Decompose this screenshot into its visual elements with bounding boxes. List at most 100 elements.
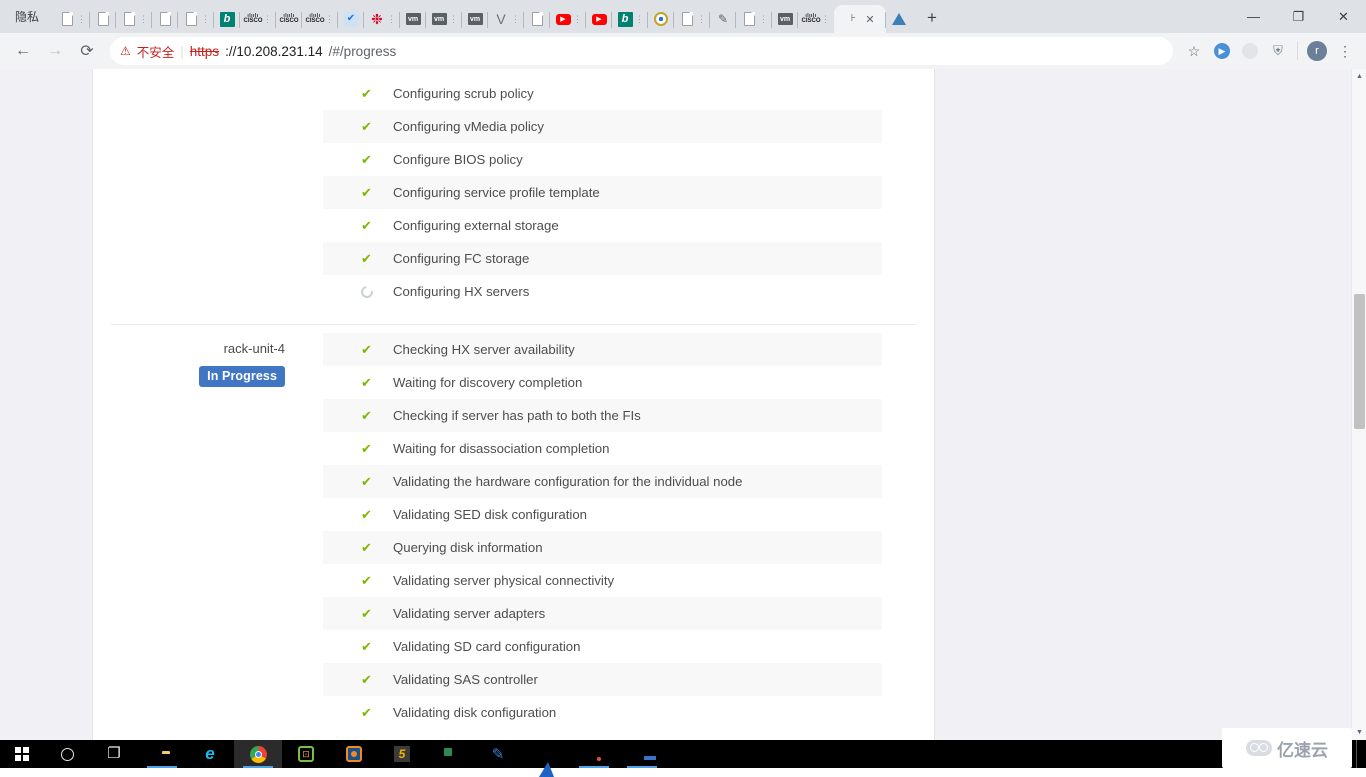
browser-tab-document-22[interactable]: ⋮ — [736, 5, 772, 33]
browser-tab-bing-18[interactable]: b⋮ — [612, 5, 648, 33]
task-label: Waiting for disassociation completion — [393, 441, 609, 456]
taskbar-app-securecrt[interactable]: 5 — [378, 740, 426, 768]
page-scrollbar[interactable]: ▲ ▼ — [1351, 69, 1366, 740]
check-icon: ✔ — [361, 541, 372, 554]
task-label: Configuring HX servers — [393, 284, 529, 299]
task-label: Validating the hardware configuration fo… — [393, 474, 742, 489]
task-label: Querying disk information — [393, 540, 543, 555]
taskbar-app-file-explorer[interactable] — [138, 740, 186, 768]
browser-tab-cisco-7[interactable]: ılıılıCISCO — [276, 5, 302, 33]
maximize-button[interactable]: ❐ — [1276, 0, 1321, 33]
not-secure-label[interactable]: 不安全 — [137, 42, 175, 61]
browser-tab-hyperflex-25[interactable]: ⊦✕ — [834, 5, 886, 33]
browser-tab-triangle-26[interactable] — [886, 5, 912, 33]
chrome-menu-button[interactable]: ⋮ — [1332, 38, 1358, 64]
browser-tab-vsphere-14[interactable]: V⋮ — [488, 5, 524, 33]
browser-tab-cisco-24[interactable]: ılıılıCISCO⋮ — [798, 5, 834, 33]
vmware-icon: vm — [777, 11, 793, 27]
new-tab-button[interactable]: + — [918, 4, 946, 32]
browser-tab-document-1[interactable] — [90, 5, 116, 33]
browser-tab-vmware-12[interactable]: vm⋮ — [426, 5, 462, 33]
task-row: ✔Validating the hardware configuration f… — [323, 465, 882, 498]
taskbar-app-task-view[interactable]: ❐ — [90, 740, 138, 768]
task-status-icon — [361, 286, 393, 298]
browser-tab-document-2[interactable]: ⋮ — [116, 5, 152, 33]
forward-button[interactable]: → — [40, 36, 70, 66]
taskbar-app-paint[interactable] — [570, 740, 618, 768]
scrollbar-thumb[interactable] — [1354, 294, 1365, 429]
internet-explorer-icon: e — [205, 744, 214, 764]
task-label: Configuring FC storage — [393, 251, 529, 266]
extension-glyph: ▶ — [1214, 43, 1230, 59]
shield-extension-icon[interactable]: ⛨ — [1265, 38, 1291, 64]
browser-tab-shield-check-9[interactable]: ✔ — [338, 5, 364, 33]
profile-avatar[interactable]: r — [1304, 38, 1330, 64]
taskbar-app-internet-explorer[interactable]: e — [186, 740, 234, 768]
taskbar-app-vmware-workstation[interactable] — [330, 740, 378, 768]
bing-icon: b — [219, 11, 235, 27]
minimize-button[interactable]: — — [1231, 0, 1276, 33]
task-row: ✔Configuring external storage — [323, 209, 882, 242]
close-button[interactable]: ✕ — [1321, 0, 1366, 33]
task-row: ✔ Querying disk information — [323, 531, 882, 564]
check-icon: ✔ — [361, 673, 372, 686]
tab-strip: 隐私 ⋮⋮⋮bılıılıCISCO⋮ılıılıCISCOılıılıCISC… — [0, 0, 1366, 33]
tab-close-icon[interactable]: ✕ — [865, 13, 874, 26]
task-status-icon: ✔ — [361, 442, 393, 455]
windows-logo-icon — [15, 747, 29, 761]
taskbar-app-remote-desktop[interactable] — [618, 740, 666, 768]
taskbar-app-editor[interactable]: ✎ — [474, 740, 522, 768]
task-row: ✔Validating server adapters — [323, 597, 882, 630]
browser-tab-document-0[interactable]: ⋮ — [54, 5, 90, 33]
browser-tab-vmware-23[interactable]: vm — [772, 5, 798, 33]
taskbar-app-google-chrome[interactable] — [234, 740, 282, 768]
browser-tab-cisco-6[interactable]: ılıılıCISCO⋮ — [240, 5, 276, 33]
task-view-icon: ❐ — [107, 745, 120, 763]
show-desktop-button[interactable] — [1356, 740, 1364, 768]
extension-icon-2[interactable] — [1237, 38, 1263, 64]
triangle-icon — [891, 11, 907, 27]
task-status-icon: ✔ — [361, 186, 393, 199]
task-row: ✔Validating SAS controller — [323, 663, 882, 696]
taskbar-app-putty[interactable]: ⊡ — [282, 740, 330, 768]
browser-tab-document-3[interactable] — [152, 5, 178, 33]
taskbar-app-winscp[interactable] — [426, 740, 474, 768]
search-button[interactable] — [44, 740, 90, 768]
taskbar-app-wireshark[interactable] — [522, 740, 570, 768]
browser-tab-ring-19[interactable] — [648, 5, 674, 33]
browser-tab-pen-21[interactable]: ✎ — [710, 5, 736, 33]
bookmark-star-icon[interactable]: ☆ — [1181, 38, 1207, 64]
vsphere-icon: V — [493, 11, 509, 27]
tab-overflow-dots: ⋮ — [387, 14, 395, 25]
task-label: Configuring scrub policy — [393, 86, 534, 101]
browser-tab-document-20[interactable]: ⋮ — [674, 5, 710, 33]
scrollbar-up-arrow[interactable]: ▲ — [1352, 69, 1366, 84]
vmware-icon: vm — [405, 11, 421, 27]
reload-button[interactable]: ⟳ — [72, 36, 102, 66]
securecrt-icon: 5 — [394, 746, 410, 762]
browser-tab-document-15[interactable] — [524, 5, 550, 33]
browser-tab-document-4[interactable]: ⋮ — [178, 5, 214, 33]
back-button[interactable]: ← — [8, 36, 38, 66]
start-button[interactable] — [0, 740, 44, 768]
url-host: ://10.208.231.14 — [225, 44, 323, 59]
task-row: ✔Checking HX server availability — [323, 333, 882, 366]
cisco-icon: ılıılıCISCO — [281, 11, 297, 27]
task-row: Configuring HX servers — [323, 275, 882, 308]
browser-tab-vmware-13[interactable]: vm — [462, 5, 488, 33]
pen-icon: ✎ — [715, 11, 731, 27]
browser-tab-youtube-16[interactable]: ▶⋮ — [550, 5, 586, 33]
task-status-icon: ✔ — [361, 706, 393, 719]
cisco-icon: ılıılıCISCO — [803, 11, 819, 27]
check-icon: ✔ — [361, 87, 372, 100]
extension-icon-1[interactable]: ▶ — [1209, 38, 1235, 64]
browser-tab-bing-5[interactable]: b — [214, 5, 240, 33]
browser-tab-vmware-11[interactable]: vm — [400, 5, 426, 33]
browser-tab-cisco-8[interactable]: ılıılıCISCO⋮ — [302, 5, 338, 33]
browser-tab-huawei-10[interactable]: ❉⋮ — [364, 5, 400, 33]
browser-tab-youtube-17[interactable]: ▶ — [586, 5, 612, 33]
wireshark-icon — [539, 745, 554, 763]
putty-icon: ⊡ — [298, 746, 314, 762]
scrollbar-down-arrow[interactable]: ▼ — [1352, 725, 1366, 740]
address-bar[interactable]: ⚠ 不安全 | https://10.208.231.14/#/progress — [110, 37, 1173, 65]
